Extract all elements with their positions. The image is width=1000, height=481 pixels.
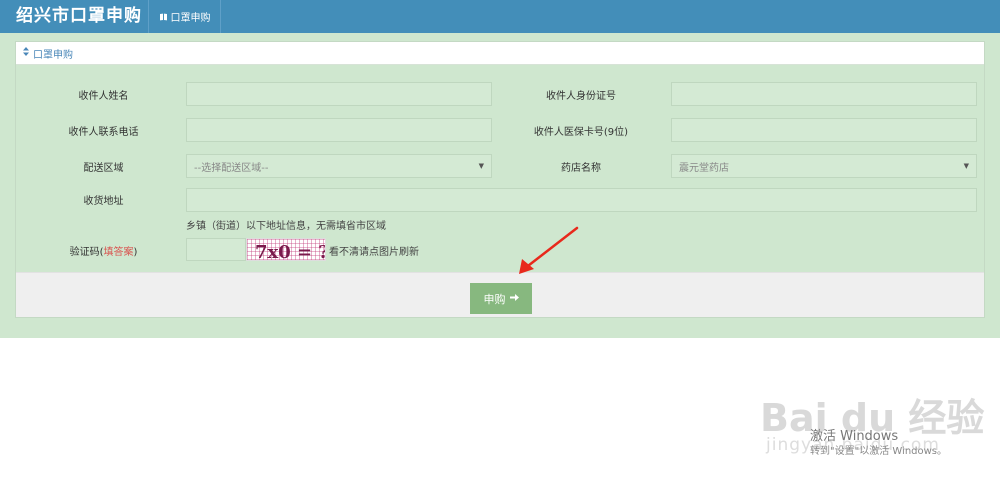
insurance-card-label: 收件人医保卡号(9位) [533, 127, 629, 138]
id-number-input[interactable] [671, 82, 977, 106]
pharmacy-label: 药店名称 [561, 163, 601, 174]
address-label: 收货地址 [83, 196, 124, 207]
delivery-area-value: --选择配送区域-- [194, 162, 269, 174]
nav-tab-mask-purchase[interactable]: 口罩申购 [148, 0, 221, 33]
content-area: 口罩申购 收件人姓名 收件人身份证号 收件人联系电话 收件人医保卡号(9位) 配… [0, 33, 1000, 338]
name-input[interactable] [186, 82, 492, 106]
app-title: 绍兴市口罩申购 [16, 6, 142, 26]
captcha-input[interactable] [186, 238, 246, 261]
captcha-image[interactable]: 7x0 = ? [246, 238, 326, 261]
top-navbar: 绍兴市口罩申购 口罩申购 [0, 0, 1000, 33]
captcha-label: 验证码(填答案) [69, 247, 138, 258]
caret-down-icon: ▼ [963, 162, 969, 170]
pharmacy-select[interactable]: 震元堂药店 ▼ [671, 154, 977, 178]
name-label: 收件人姓名 [78, 91, 129, 102]
purchase-panel: 口罩申购 收件人姓名 收件人身份证号 收件人联系电话 收件人医保卡号(9位) 配… [15, 41, 985, 318]
panel-title: 口罩申购 [33, 49, 73, 61]
captcha-text: 7x0 = ? [255, 242, 326, 261]
phone-input[interactable] [186, 118, 492, 142]
pharmacy-value: 震元堂药店 [679, 162, 729, 174]
delivery-area-select[interactable]: --选择配送区域-- ▼ [186, 154, 492, 178]
address-hint: 乡镇（街道）以下地址信息，无需填省市区域 [186, 221, 386, 232]
phone-label: 收件人联系电话 [68, 127, 139, 138]
arrow-right-icon [509, 292, 519, 305]
purchase-form: 收件人姓名 收件人身份证号 收件人联系电话 收件人医保卡号(9位) 配送区域 -… [16, 65, 984, 272]
nav-tab-label: 口罩申购 [170, 13, 211, 24]
submit-purchase-button[interactable]: 申购 [470, 283, 532, 314]
watermark: Bai du 经验 jingyan.baidu.com 激活 Windows 转… [760, 372, 984, 467]
caret-down-icon: ▼ [478, 162, 484, 170]
panel-header[interactable]: 口罩申购 [16, 42, 984, 65]
id-number-label: 收件人身份证号 [546, 91, 616, 102]
submit-label: 申购 [483, 292, 506, 306]
insurance-card-input[interactable] [671, 118, 977, 142]
captcha-refresh-hint: 看不清请点图片刷新 [329, 247, 419, 258]
delivery-area-label: 配送区域 [83, 163, 124, 174]
book-icon [159, 13, 168, 21]
sort-icon [23, 47, 29, 59]
address-input[interactable] [186, 188, 977, 212]
activate-windows-hint: 转到"设置"以激活 Windows。 [810, 446, 948, 457]
captcha-label-highlight: 填答案 [103, 247, 134, 258]
form-actions: 申购 [16, 272, 984, 317]
